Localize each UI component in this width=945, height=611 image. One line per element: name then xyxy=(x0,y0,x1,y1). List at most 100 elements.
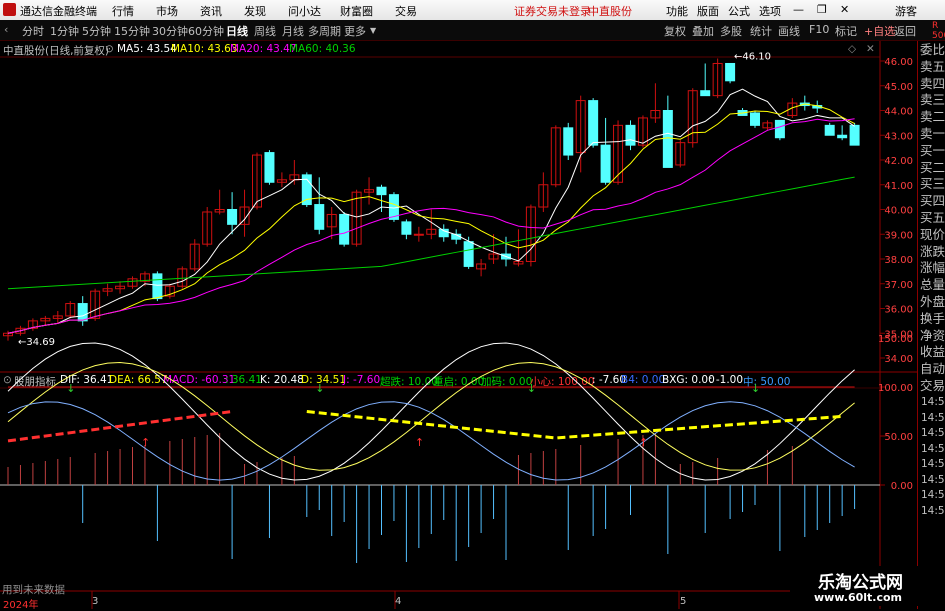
period-tab-5min[interactable]: 5分钟 xyxy=(82,23,111,39)
candle[interactable] xyxy=(700,63,711,97)
menu-ask[interactable]: 问小达 xyxy=(288,3,321,19)
menu-wealth[interactable]: 财富圈 xyxy=(340,3,373,19)
candle[interactable] xyxy=(77,296,88,326)
candle[interactable] xyxy=(189,239,200,272)
minimize-button[interactable]: — xyxy=(793,3,804,16)
candle[interactable] xyxy=(264,150,275,185)
price-tick-label: 46.00 xyxy=(884,57,913,68)
menu-market[interactable]: 市场 xyxy=(156,3,178,19)
restore-rights-button[interactable]: 复权 xyxy=(664,23,686,39)
candle[interactable] xyxy=(438,224,449,242)
candle[interactable] xyxy=(115,281,126,294)
guest-label[interactable]: 游客 xyxy=(895,3,917,19)
candle[interactable] xyxy=(214,189,225,215)
more-chevron-icon[interactable]: ▼ xyxy=(370,26,376,35)
watermark: 乐淘公式网 www.60lt.com xyxy=(790,566,930,606)
candle[interactable] xyxy=(177,266,188,289)
quote-label[interactable]: 自动 xyxy=(920,361,945,376)
stock-name: 中直股份 xyxy=(588,5,632,18)
period-tab-timeshare[interactable]: 分时 xyxy=(22,23,44,39)
candle[interactable] xyxy=(401,219,412,240)
multi-stock-button[interactable]: 多股 xyxy=(720,23,742,39)
candle[interactable] xyxy=(525,204,536,267)
candle[interactable] xyxy=(588,98,599,148)
f10-button[interactable]: F10 xyxy=(809,23,829,36)
mark-button[interactable]: 标记 xyxy=(835,23,857,39)
candle[interactable] xyxy=(376,184,387,212)
period-tab-monthly[interactable]: 月线 xyxy=(282,23,304,39)
candle[interactable] xyxy=(824,122,835,136)
period-tab-more[interactable]: 更多 xyxy=(344,23,366,39)
candle[interactable] xyxy=(314,177,325,235)
period-tab-1min[interactable]: 1分钟 xyxy=(50,23,79,39)
period-tab-weekly[interactable]: 周线 xyxy=(254,23,276,39)
candle[interactable] xyxy=(575,95,586,173)
period-tab-15min[interactable]: 15分钟 xyxy=(114,23,150,39)
candle[interactable] xyxy=(538,172,549,212)
menu-options[interactable]: 选项 xyxy=(759,3,781,19)
login-notice[interactable]: 证券交易未登录 xyxy=(514,3,591,19)
candle[interactable] xyxy=(563,122,574,160)
candle[interactable] xyxy=(164,283,175,299)
overlay-button[interactable]: 叠加 xyxy=(692,23,714,39)
candle[interactable] xyxy=(252,152,262,210)
candle[interactable] xyxy=(600,117,611,185)
menu-quote[interactable]: 行情 xyxy=(112,3,134,19)
candle[interactable] xyxy=(550,125,561,188)
candle[interactable] xyxy=(837,125,848,141)
candle[interactable] xyxy=(301,172,312,208)
candle[interactable] xyxy=(102,283,113,297)
quote-label[interactable]: 交易 xyxy=(920,378,945,393)
candle[interactable] xyxy=(750,110,760,128)
candle[interactable] xyxy=(326,207,337,240)
candle[interactable] xyxy=(774,119,785,141)
menu-formula[interactable]: 公式 xyxy=(728,3,750,19)
stats-button[interactable]: 统计 xyxy=(750,23,772,39)
close-button[interactable]: ✕ xyxy=(840,3,849,16)
period-tab-60min[interactable]: 60分钟 xyxy=(188,23,224,39)
candle[interactable] xyxy=(712,58,723,99)
candle[interactable] xyxy=(127,276,138,289)
menu-news[interactable]: 资讯 xyxy=(200,3,222,19)
candle[interactable] xyxy=(799,95,810,111)
candle[interactable] xyxy=(662,95,673,168)
candle-body xyxy=(725,62,736,82)
menu-discover[interactable]: 发现 xyxy=(244,3,266,19)
candle[interactable] xyxy=(364,177,375,205)
candle[interactable] xyxy=(202,207,213,247)
candle[interactable] xyxy=(501,236,511,267)
candle[interactable] xyxy=(413,226,424,242)
tick-time: 14:56 xyxy=(921,489,945,501)
candle[interactable] xyxy=(65,301,76,319)
candle[interactable] xyxy=(725,62,736,84)
candle[interactable] xyxy=(625,120,636,151)
app-title: 通达信金融终端 xyxy=(20,5,97,18)
candle[interactable] xyxy=(650,83,661,123)
candle[interactable] xyxy=(737,108,748,116)
restore-button[interactable]: ❐ xyxy=(817,3,827,16)
candle[interactable] xyxy=(27,318,38,331)
menu-trade[interactable]: 交易 xyxy=(395,3,417,19)
candle[interactable] xyxy=(476,259,487,277)
kline-chart[interactable]: ←46.10 ←34.69 ↓ ↑ ↓ ↑ ↓ ↑ ↓ 46.00 45.00 44.00 43.0… xyxy=(0,41,917,609)
candle[interactable] xyxy=(276,172,287,188)
candle[interactable] xyxy=(227,192,238,235)
menu-layout[interactable]: 版面 xyxy=(697,3,719,19)
ma10-line xyxy=(7,103,855,334)
period-tab-30min[interactable]: 30分钟 xyxy=(152,23,188,39)
candle[interactable] xyxy=(687,88,698,148)
add-watchlist-button[interactable]: +自选 xyxy=(864,23,895,39)
menu-function[interactable]: 功能 xyxy=(666,3,688,19)
back-icon[interactable]: ‹ xyxy=(4,23,8,36)
return-button[interactable]: 返回 xyxy=(894,23,916,39)
draw-line-button[interactable]: 画线 xyxy=(778,23,800,39)
candle-body xyxy=(662,110,673,168)
period-tab-multi[interactable]: 多周期 xyxy=(308,23,341,39)
candle[interactable] xyxy=(762,120,773,131)
candle[interactable] xyxy=(239,189,250,237)
candle[interactable] xyxy=(339,211,350,247)
candle[interactable] xyxy=(675,140,686,168)
quote-label: 卖四 xyxy=(920,75,945,91)
candle[interactable] xyxy=(289,160,300,185)
period-tab-daily[interactable]: 日线 xyxy=(226,23,248,39)
